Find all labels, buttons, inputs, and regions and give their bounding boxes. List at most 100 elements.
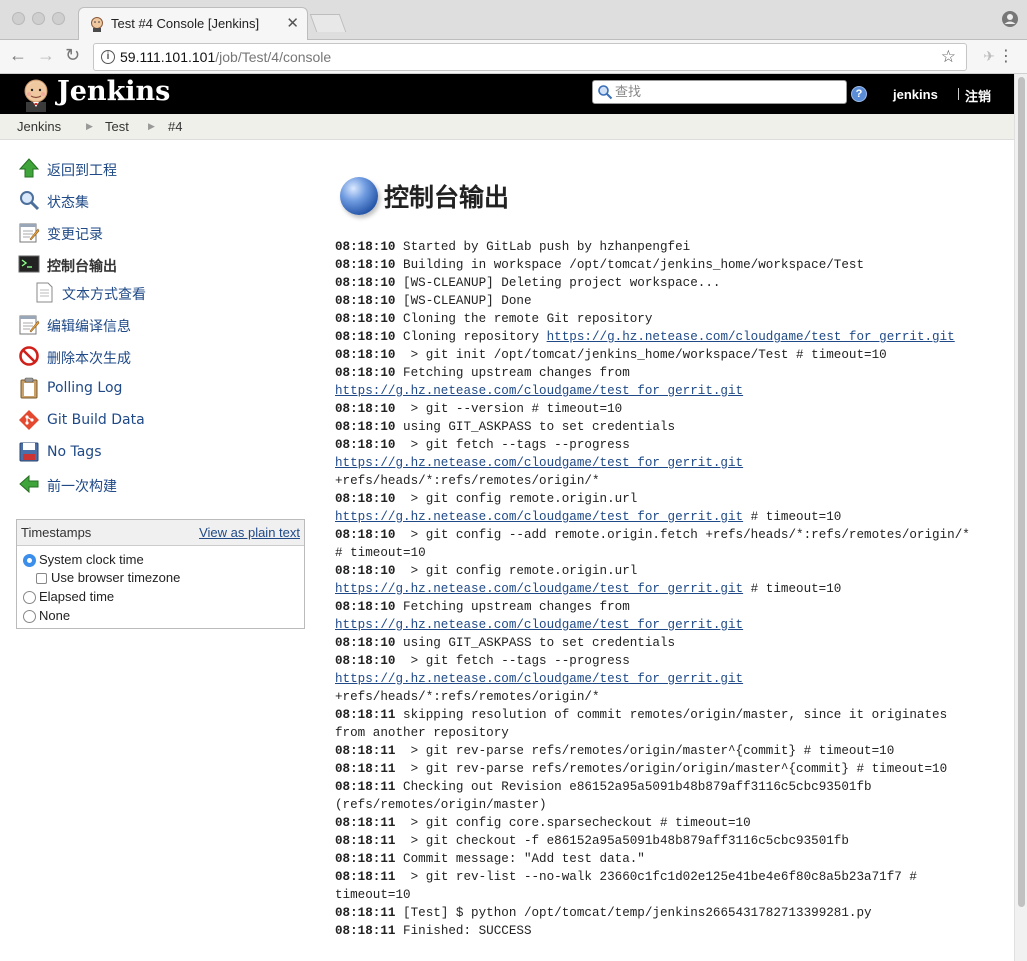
document-icon xyxy=(36,282,53,303)
console-text: Fetching upstream changes from xyxy=(395,600,630,614)
notepad-icon xyxy=(19,315,40,335)
breadcrumb-jenkins[interactable]: Jenkins xyxy=(17,119,61,134)
console-timestamp: 08:18:11 xyxy=(335,852,396,866)
chevron-right-icon[interactable]: ▶ xyxy=(148,121,155,132)
console-link[interactable]: https://g.hz.netease.com/cloudgame/test_… xyxy=(335,618,743,632)
console-text: Checking out Revision e86152a95a5091b48b… xyxy=(395,780,872,794)
browser-timezone-checkbox[interactable] xyxy=(36,573,47,584)
console-text: Cloning the remote Git repository xyxy=(395,312,653,326)
console-text: Fetching upstream changes from xyxy=(395,366,630,380)
browser-timezone-label[interactable]: Use browser timezone xyxy=(51,570,180,585)
scrollbar-thumb[interactable] xyxy=(1018,77,1025,907)
console-line: 08:18:11 > git config core.sparsecheckou… xyxy=(335,814,995,832)
zoom-window-button[interactable] xyxy=(52,12,65,25)
bookmark-star-icon[interactable]: ☆ xyxy=(941,47,956,67)
back-arrow-icon[interactable]: ← xyxy=(9,45,27,66)
help-icon[interactable]: ? xyxy=(851,86,867,102)
console-text: > git config core.sparsecheckout # timeo… xyxy=(395,816,751,830)
elapsed-time-label[interactable]: Elapsed time xyxy=(39,589,114,604)
logout-link[interactable]: 注销 xyxy=(965,86,991,105)
sidebar-item-label: 编辑编译信息 xyxy=(47,319,131,335)
new-tab-button[interactable] xyxy=(309,14,347,32)
breadcrumb-test[interactable]: Test xyxy=(105,119,129,134)
system-clock-label[interactable]: System clock time xyxy=(39,552,144,567)
console-text: Commit message: "Add test data." xyxy=(395,852,645,866)
jenkins-logo-text[interactable]: Jenkins xyxy=(57,76,170,107)
view-as-plain-text-link[interactable]: View as plain text xyxy=(199,525,300,540)
profile-icon[interactable] xyxy=(1001,10,1019,28)
close-window-button[interactable] xyxy=(12,12,25,25)
jenkins-butler-logo[interactable] xyxy=(18,78,54,112)
jenkins-header: Jenkins ? jenkins 注销 xyxy=(0,74,1014,114)
console-link[interactable]: https://g.hz.netease.com/cloudgame/test_… xyxy=(335,384,743,398)
system-clock-radio[interactable] xyxy=(23,554,36,567)
user-link[interactable]: jenkins xyxy=(893,87,938,102)
console-link[interactable]: https://g.hz.netease.com/cloudgame/test_… xyxy=(335,582,743,596)
sidebar-item-label: Git Build Data xyxy=(47,412,145,428)
page-scrollbar[interactable] xyxy=(1014,74,1027,961)
console-line: 08:18:10 Fetching upstream changes from xyxy=(335,364,995,382)
console-text: > git config --add remote.origin.fetch +… xyxy=(395,528,970,542)
extension-icon[interactable]: ✈ xyxy=(983,48,995,65)
header-separator xyxy=(958,88,959,100)
console-link[interactable]: https://g.hz.netease.com/cloudgame/test_… xyxy=(547,330,955,344)
info-icon[interactable]: i xyxy=(101,50,115,64)
console-line: timeout=10 xyxy=(335,886,995,904)
breadcrumb-build[interactable]: #4 xyxy=(168,119,182,134)
console-timestamp: 08:18:10 xyxy=(335,528,396,542)
console-line: https://g.hz.netease.com/cloudgame/test_… xyxy=(335,580,995,598)
browser-toolbar: ← → ↻ i 59.111.101.101/job/Test/4/consol… xyxy=(0,40,1027,74)
jenkins-favicon-icon xyxy=(91,17,103,32)
console-timestamp: 08:18:10 xyxy=(335,348,396,362)
url-text[interactable]: 59.111.101.101/job/Test/4/console xyxy=(120,49,331,65)
console-line: 08:18:10 using GIT_ASKPASS to set creden… xyxy=(335,418,995,436)
console-timestamp: 08:18:11 xyxy=(335,744,396,758)
console-line: 08:18:10 > git config remote.origin.url xyxy=(335,562,995,580)
console-link[interactable]: https://g.hz.netease.com/cloudgame/test_… xyxy=(335,672,743,686)
console-link[interactable]: https://g.hz.netease.com/cloudgame/test_… xyxy=(335,456,743,470)
console-text: +refs/heads/*:refs/remotes/origin/* xyxy=(335,690,600,704)
console-text: > git checkout -f e86152a95a5091b48b879a… xyxy=(395,834,849,848)
address-bar[interactable]: i 59.111.101.101/job/Test/4/console ☆ xyxy=(93,43,967,71)
console-text: Started by GitLab push by hzhanpengfei xyxy=(395,240,691,254)
console-text: # timeout=10 xyxy=(335,546,426,560)
console-line: 08:18:11 Commit message: "Add test data.… xyxy=(335,850,995,868)
forward-arrow-icon[interactable]: → xyxy=(37,45,55,66)
console-timestamp: 08:18:10 xyxy=(335,276,396,290)
console-timestamp: 08:18:10 xyxy=(335,636,396,650)
console-line: # timeout=10 xyxy=(335,544,995,562)
console-line: 08:18:11 > git rev-parse refs/remotes/or… xyxy=(335,760,995,778)
console-line: 08:18:10 Building in workspace /opt/tomc… xyxy=(335,256,995,274)
console-line: https://g.hz.netease.com/cloudgame/test_… xyxy=(335,382,995,400)
console-timestamp: 08:18:10 xyxy=(335,258,396,272)
console-timestamp: 08:18:10 xyxy=(335,420,396,434)
tab-close-icon[interactable]: ✕ xyxy=(286,14,299,32)
console-timestamp: 08:18:10 xyxy=(335,600,396,614)
console-line: 08:18:10 > git config --add remote.origi… xyxy=(335,526,995,544)
console-line: 08:18:10 > git config remote.origin.url xyxy=(335,490,995,508)
console-line: https://g.hz.netease.com/cloudgame/test_… xyxy=(335,508,995,526)
console-text: > git rev-parse refs/remotes/origin/mast… xyxy=(395,744,895,758)
elapsed-time-radio[interactable] xyxy=(23,591,36,604)
console-line: 08:18:11 > git rev-parse refs/remotes/or… xyxy=(335,742,995,760)
console-text: Finished: SUCCESS xyxy=(395,924,532,938)
search-box xyxy=(592,80,847,104)
minimize-window-button[interactable] xyxy=(32,12,45,25)
chevron-right-icon[interactable]: ▶ xyxy=(86,121,93,132)
console-line: 08:18:10 > git init /opt/tomcat/jenkins_… xyxy=(335,346,995,364)
none-radio[interactable] xyxy=(23,610,36,623)
browser-tab[interactable]: Test #4 Console [Jenkins] ✕ xyxy=(78,7,308,40)
console-line: 08:18:11 Checking out Revision e86152a95… xyxy=(335,778,995,796)
console-text: from another repository xyxy=(335,726,509,740)
reload-icon[interactable]: ↻ xyxy=(65,45,80,66)
menu-icon[interactable]: ⋮ xyxy=(998,46,1014,66)
none-label[interactable]: None xyxy=(39,608,70,623)
sidebar-item-label: No Tags xyxy=(47,444,102,460)
console-text: > git rev-parse refs/remotes/origin/orig… xyxy=(395,762,948,776)
console-text: [WS-CLEANUP] Deleting project workspace.… xyxy=(395,276,721,290)
console-link[interactable]: https://g.hz.netease.com/cloudgame/test_… xyxy=(335,510,743,524)
search-input[interactable] xyxy=(615,83,843,101)
console-line: 08:18:10 Cloning repository https://g.hz… xyxy=(335,328,995,346)
console-line: 08:18:11 [Test] $ python /opt/tomcat/tem… xyxy=(335,904,995,922)
console-line: 08:18:10 Started by GitLab push by hzhan… xyxy=(335,238,995,256)
